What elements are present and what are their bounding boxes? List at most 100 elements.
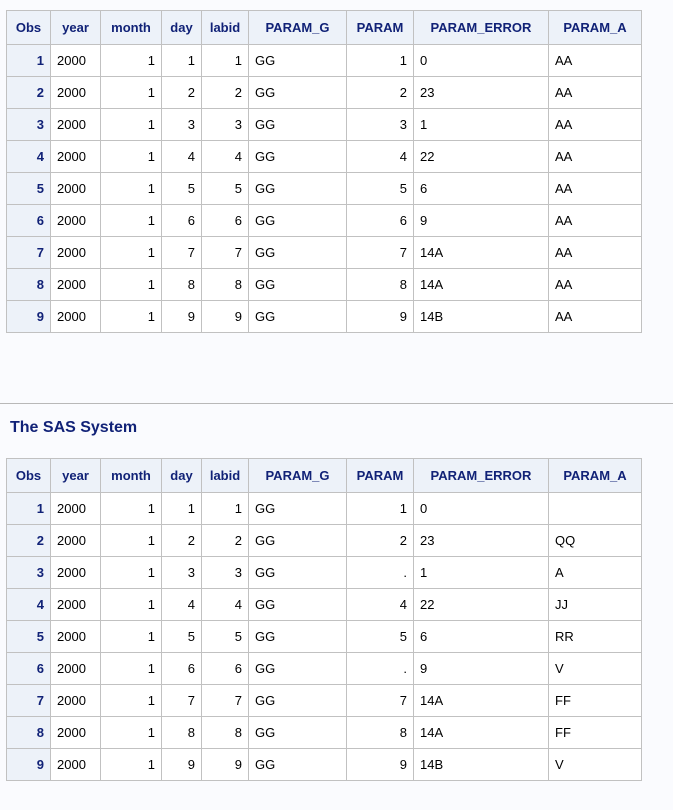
table-cell: 14A — [413, 684, 549, 717]
table-row: 6 2000 1 6 6 GG 6 9 AA — [6, 204, 642, 237]
column-header: PARAM_ERROR — [413, 458, 549, 493]
table-row: 1 2000 1 1 1 GG 1 0 AA — [6, 44, 642, 77]
table-cell: 2000 — [50, 652, 101, 685]
table-cell: GG — [248, 524, 347, 557]
table-cell: GG — [248, 588, 347, 621]
table-cell: 4 — [161, 140, 202, 173]
column-header: PARAM_A — [548, 458, 642, 493]
obs-cell: 3 — [6, 108, 51, 141]
table-cell: GG — [248, 236, 347, 269]
table-cell: 1 — [201, 44, 249, 77]
table-cell: V — [548, 652, 642, 685]
table-cell: 1 — [413, 108, 549, 141]
table-cell: 23 — [413, 524, 549, 557]
table-cell: 5 — [161, 172, 202, 205]
table-cell: 14A — [413, 716, 549, 749]
table-row: 2 2000 1 2 2 GG 2 23 QQ — [6, 524, 642, 557]
table-cell: 7 — [346, 684, 414, 717]
table-cell: RR — [548, 620, 642, 653]
column-header: Obs — [6, 10, 51, 45]
table-cell: GG — [248, 172, 347, 205]
column-header: PARAM_A — [548, 10, 642, 45]
table-cell: GG — [248, 44, 347, 77]
table-cell: JJ — [548, 588, 642, 621]
table-cell: 6 — [413, 620, 549, 653]
table-cell: 2000 — [50, 300, 101, 333]
obs-cell: 7 — [6, 236, 51, 269]
obs-cell: 6 — [6, 204, 51, 237]
table-cell: AA — [548, 300, 642, 333]
table-cell: 2000 — [50, 236, 101, 269]
table-cell: GG — [248, 652, 347, 685]
table-cell: 14B — [413, 748, 549, 781]
column-header: Obs — [6, 458, 51, 493]
table-row: 3 2000 1 3 3 GG 3 1 AA — [6, 108, 642, 141]
table-cell: GG — [248, 620, 347, 653]
table-cell: 2000 — [50, 172, 101, 205]
table-cell: 2000 — [50, 556, 101, 589]
table-cell: 1 — [100, 684, 162, 717]
table-cell: AA — [548, 76, 642, 109]
table-cell: 1 — [100, 588, 162, 621]
table-cell: 9 — [201, 300, 249, 333]
table-cell: 22 — [413, 140, 549, 173]
table-cell: 9 — [346, 300, 414, 333]
table-cell: 1 — [100, 236, 162, 269]
table-cell: 9 — [161, 300, 202, 333]
table-cell: 4 — [161, 588, 202, 621]
column-header: year — [50, 458, 101, 493]
table-cell: 2000 — [50, 108, 101, 141]
table-cell: 2 — [346, 76, 414, 109]
table-cell: AA — [548, 140, 642, 173]
table-cell: 2000 — [50, 620, 101, 653]
table-row: 9 2000 1 9 9 GG 9 14B AA — [6, 300, 642, 333]
table-cell: 1 — [346, 44, 414, 77]
column-header: PARAM — [346, 10, 414, 45]
table-cell: 7 — [201, 684, 249, 717]
table-cell: . — [346, 652, 414, 685]
table-cell: GG — [248, 748, 347, 781]
table-row: 3 2000 1 3 3 GG. 1 A — [6, 556, 642, 589]
table-cell: 1 — [346, 492, 414, 525]
table-cell: 6 — [161, 204, 202, 237]
table-cell: 2000 — [50, 748, 101, 781]
table-row: 4 2000 1 4 4 GG 4 22 AA — [6, 140, 642, 173]
table-cell: 6 — [201, 204, 249, 237]
table-cell: 1 — [100, 172, 162, 205]
table-cell: GG — [248, 716, 347, 749]
column-header: PARAM_G — [248, 458, 347, 493]
table-cell: 6 — [413, 172, 549, 205]
table-cell: 1 — [100, 556, 162, 589]
table-cell: AA — [548, 268, 642, 301]
obs-cell: 1 — [6, 44, 51, 77]
table-cell: AA — [548, 204, 642, 237]
table-row: 4 2000 1 4 4 GG 4 22 JJ — [6, 588, 642, 621]
table-cell: 7 — [161, 236, 202, 269]
obs-cell: 7 — [6, 684, 51, 717]
column-header: PARAM_G — [248, 10, 347, 45]
table-cell: 0 — [413, 44, 549, 77]
table-cell: FF — [548, 684, 642, 717]
table-cell: 1 — [100, 620, 162, 653]
table-cell: 8 — [201, 268, 249, 301]
table-cell: 2000 — [50, 268, 101, 301]
table-cell: 1 — [100, 300, 162, 333]
section-divider — [0, 403, 673, 404]
table-cell: 14A — [413, 236, 549, 269]
table-cell: 1 — [100, 108, 162, 141]
table-cell — [548, 492, 642, 525]
table-row: 5 2000 1 5 5 GG 5 6 RR — [6, 620, 642, 653]
table-cell: 1 — [161, 44, 202, 77]
obs-cell: 4 — [6, 140, 51, 173]
header-row: Obs year month day labid PARAM_G PARAM PARAM_ER… — [6, 10, 642, 45]
table-row: 1 2000 1 1 1 GG 1 0 — [6, 492, 642, 525]
table-cell: GG — [248, 300, 347, 333]
column-header: year — [50, 10, 101, 45]
table-cell: 1 — [100, 492, 162, 525]
table-row: 7 2000 1 7 7 GG 7 14A AA — [6, 236, 642, 269]
table-cell: 14B — [413, 300, 549, 333]
obs-cell: 8 — [6, 716, 51, 749]
table-cell: 2 — [161, 76, 202, 109]
table-cell: 2 — [201, 76, 249, 109]
table-cell: 2000 — [50, 140, 101, 173]
